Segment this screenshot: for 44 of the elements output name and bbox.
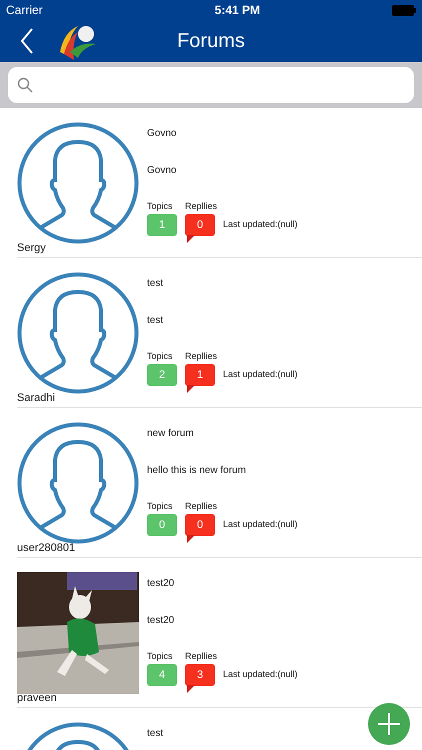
replies-count: 1 bbox=[185, 364, 215, 393]
bubble-tail-icon bbox=[187, 535, 195, 543]
search-icon bbox=[17, 77, 33, 93]
author-name: Sergy bbox=[17, 242, 47, 256]
author-name: praveen bbox=[17, 692, 58, 706]
status-time: 5:41 PM bbox=[214, 3, 260, 17]
topics-label: Topics bbox=[147, 201, 174, 211]
screen-title: Forums bbox=[176, 30, 246, 52]
topics-count: 4 bbox=[147, 664, 177, 686]
forum-description: test20 bbox=[147, 615, 176, 628]
topics-count: 1 bbox=[147, 214, 177, 236]
battery-icon bbox=[392, 4, 416, 16]
topics-label: Topics bbox=[147, 501, 174, 511]
forum-description: test bbox=[147, 315, 164, 328]
replies-count: 0 bbox=[185, 514, 215, 543]
last-updated: Last updated:(null) bbox=[223, 669, 298, 679]
topics-label: Topics bbox=[147, 651, 174, 661]
forum-description: Govno bbox=[147, 165, 178, 178]
forum-title: test bbox=[147, 278, 164, 291]
search-field[interactable] bbox=[8, 67, 414, 103]
bubble-tail-icon bbox=[187, 385, 195, 393]
author-name: Saradhi bbox=[17, 392, 56, 406]
topics-count: 2 bbox=[147, 364, 177, 386]
plus-icon bbox=[378, 713, 400, 735]
replies-count: 3 bbox=[185, 664, 215, 693]
forum-title: new forum bbox=[147, 428, 195, 441]
bubble-tail-icon bbox=[187, 685, 195, 693]
bubble-tail-icon bbox=[187, 235, 195, 243]
forum-description: hello this is new forum bbox=[147, 465, 247, 478]
forum-title: test bbox=[147, 728, 164, 741]
last-updated: Last updated:(null) bbox=[223, 519, 298, 529]
topics-label: Topics bbox=[147, 351, 174, 361]
user-avatar-icon bbox=[17, 422, 139, 544]
user-avatar-icon bbox=[17, 272, 139, 394]
replies-count: 0 bbox=[185, 214, 215, 243]
forum-title: test20 bbox=[147, 578, 176, 591]
last-updated: Last updated:(null) bbox=[223, 369, 298, 379]
carrier-label: Carrier bbox=[6, 3, 43, 17]
add-button[interactable] bbox=[368, 703, 410, 745]
topics-count: 0 bbox=[147, 514, 177, 536]
last-updated: Last updated:(null) bbox=[223, 219, 298, 229]
author-name: user280801 bbox=[17, 542, 76, 556]
forum-title: Govno bbox=[147, 128, 178, 141]
user-avatar-icon bbox=[17, 122, 139, 244]
